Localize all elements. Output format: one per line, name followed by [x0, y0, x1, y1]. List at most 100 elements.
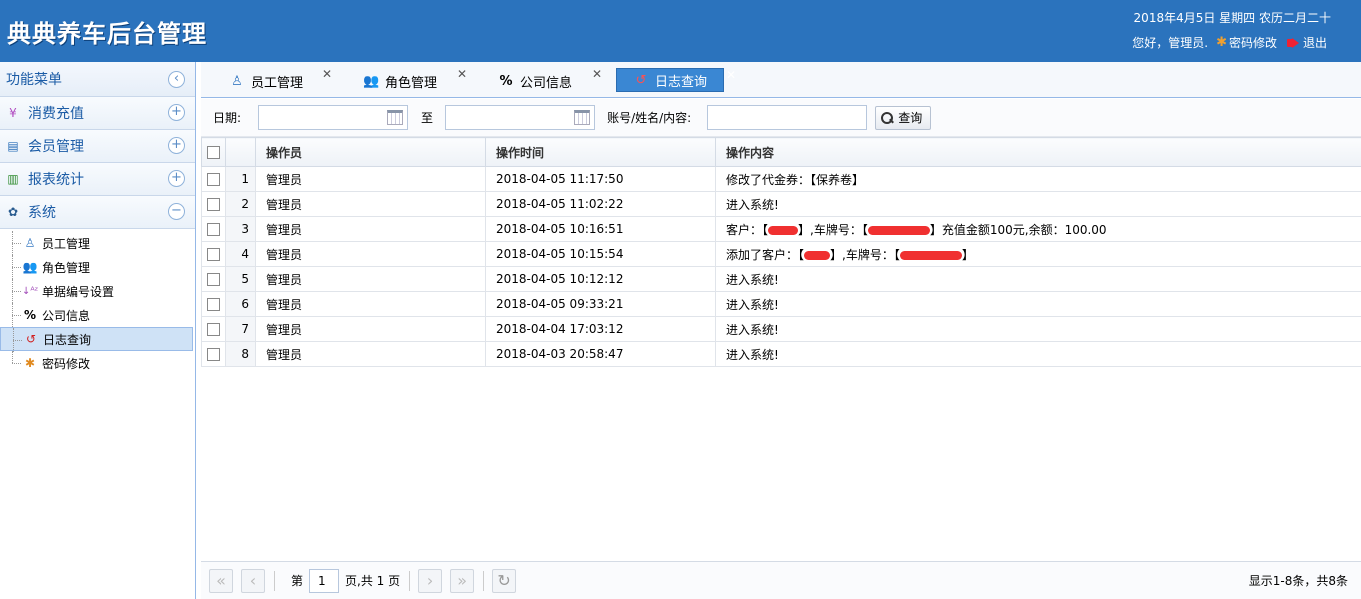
- row-number: 5: [225, 266, 256, 292]
- row-checkbox[interactable]: [207, 248, 220, 261]
- tab-company-info[interactable]: % 公司信息 ✕: [498, 67, 602, 94]
- time-cell: 2018-04-05 11:17:50: [485, 166, 716, 192]
- to-label: 至: [421, 111, 434, 125]
- content-cell: 进入系统!: [715, 341, 1361, 367]
- row-checkbox[interactable]: [207, 223, 220, 236]
- close-icon[interactable]: ✕: [592, 67, 602, 81]
- last-page-button[interactable]: »: [450, 568, 475, 593]
- collapse-sidebar-icon[interactable]: ‹: [168, 71, 185, 88]
- row-checkbox[interactable]: [207, 273, 220, 286]
- sidebar-title: 功能菜单 ‹: [0, 62, 195, 97]
- table-row[interactable]: 7 管理员 2018-04-04 17:03:12 进入系统!: [201, 316, 1361, 342]
- greeting: 您好，管理员.: [1132, 36, 1209, 50]
- column-header-operator[interactable]: 操作员: [255, 137, 486, 167]
- sidebar-item-change-password[interactable]: ✱ 密码修改: [0, 351, 195, 375]
- column-header-content[interactable]: 操作内容: [715, 137, 1361, 167]
- percent-icon: %: [23, 308, 37, 322]
- row-number-header: [225, 137, 256, 167]
- sidebar-item-log-query[interactable]: ↺ 日志查询: [0, 327, 193, 352]
- users-icon: 👥: [22, 260, 38, 274]
- calendar-icon[interactable]: [574, 110, 591, 125]
- panel-reports[interactable]: ▥ 报表统计 +: [0, 163, 195, 196]
- sidebar-item-company-info[interactable]: % 公司信息: [0, 303, 195, 327]
- gear-icon: ✿: [7, 205, 19, 219]
- table-row[interactable]: 4 管理员 2018-04-05 10:15:54 添加了客户：【 】,车牌号：【…: [201, 241, 1361, 267]
- operator-cell: 管理员: [255, 191, 486, 217]
- time-cell: 2018-04-05 10:16:51: [485, 216, 716, 242]
- time-cell: 2018-04-04 17:03:12: [485, 316, 716, 342]
- calendar-icon[interactable]: [387, 110, 404, 125]
- card-icon: ▤: [7, 139, 19, 153]
- log-grid: 操作员 操作时间 操作内容 1 管理员 2018-04-05 11:17:50 …: [201, 137, 1361, 367]
- logout-link[interactable]: 退出: [1286, 34, 1327, 51]
- content-cell: 修改了代金券：【保养卷】: [715, 166, 1361, 192]
- expand-icon[interactable]: +: [168, 137, 185, 154]
- page-prefix: 第: [291, 574, 304, 588]
- collapse-icon[interactable]: −: [168, 203, 185, 220]
- table-row[interactable]: 8 管理员 2018-04-03 20:58:47 进入系统!: [201, 341, 1361, 367]
- end-date-input[interactable]: [445, 105, 596, 130]
- expand-icon[interactable]: +: [168, 170, 185, 187]
- start-date-input[interactable]: [258, 105, 409, 130]
- panel-system[interactable]: ✿ 系统 −: [0, 196, 195, 229]
- tab-log-query[interactable]: ↺ 日志查询 ✕: [616, 68, 736, 92]
- table-row[interactable]: 1 管理员 2018-04-05 11:17:50 修改了代金券：【保养卷】: [201, 166, 1361, 192]
- row-checkbox[interactable]: [207, 298, 220, 311]
- panel-consume-recharge[interactable]: ¥ 消费充值 +: [0, 97, 195, 130]
- time-cell: 2018-04-05 11:02:22: [485, 191, 716, 217]
- close-icon[interactable]: ✕: [322, 67, 332, 81]
- asterisk-icon: ✱: [24, 356, 36, 370]
- content-cell: 进入系统!: [715, 191, 1361, 217]
- row-number: 1: [225, 166, 256, 192]
- select-all-checkbox[interactable]: [207, 146, 220, 159]
- search-button[interactable]: 查询: [875, 105, 932, 130]
- row-number: 8: [225, 341, 256, 367]
- tab-staff[interactable]: ♙ 员工管理 ✕: [229, 67, 332, 94]
- prev-page-button[interactable]: ‹: [241, 568, 265, 593]
- content-cell: 进入系统!: [715, 316, 1361, 342]
- pager-separator: [409, 570, 411, 591]
- content-cell: 进入系统!: [715, 291, 1361, 317]
- sidebar-item-roles[interactable]: 👥 角色管理: [0, 255, 195, 279]
- sidebar-item-doc-numbering[interactable]: ↓ᴬᶻ 单据编号设置: [0, 279, 195, 303]
- redaction-mark: [768, 225, 799, 235]
- row-checkbox[interactable]: [207, 173, 220, 186]
- time-cell: 2018-04-05 10:12:12: [485, 266, 716, 292]
- search-bar: 日期: 至 账号/姓名/内容: 查询: [201, 99, 1361, 137]
- page-number-input[interactable]: 1: [309, 568, 340, 593]
- tab-roles[interactable]: 👥 角色管理 ✕: [363, 67, 467, 94]
- row-checkbox[interactable]: [207, 348, 220, 361]
- operator-cell: 管理员: [255, 266, 486, 292]
- grid-header-row: 操作员 操作时间 操作内容: [201, 137, 1361, 167]
- sidebar-item-staff[interactable]: ♙ 员工管理: [0, 231, 195, 255]
- column-header-time[interactable]: 操作时间: [485, 137, 716, 167]
- operator-cell: 管理员: [255, 241, 486, 267]
- refresh-button[interactable]: ↻: [492, 568, 517, 593]
- keyword-label: 账号/姓名/内容:: [607, 111, 692, 125]
- first-page-button[interactable]: «: [209, 568, 233, 593]
- exit-icon: [1286, 37, 1300, 48]
- keyword-input[interactable]: [707, 105, 868, 130]
- row-checkbox[interactable]: [207, 198, 220, 211]
- operator-cell: 管理员: [255, 341, 486, 367]
- change-password-link[interactable]: ✱ 密码修改: [1216, 34, 1277, 51]
- chart-icon: ▥: [7, 172, 19, 186]
- time-cell: 2018-04-05 10:15:54: [485, 241, 716, 267]
- table-row[interactable]: 2 管理员 2018-04-05 11:02:22 进入系统!: [201, 191, 1361, 217]
- next-page-button[interactable]: ›: [418, 568, 443, 593]
- operator-cell: 管理员: [255, 216, 486, 242]
- row-checkbox[interactable]: [207, 323, 220, 336]
- table-row[interactable]: 3 管理员 2018-04-05 10:16:51 客户：【 】,车牌号：【 】充值…: [201, 216, 1361, 242]
- panel-member-management[interactable]: ▤ 会员管理 +: [0, 130, 195, 163]
- expand-icon[interactable]: +: [168, 104, 185, 121]
- sort-az-icon: ↓ᴬᶻ: [22, 285, 39, 297]
- table-row[interactable]: 5 管理员 2018-04-05 10:12:12 进入系统!: [201, 266, 1361, 292]
- close-icon[interactable]: ✕: [726, 68, 736, 82]
- app-header: 典典养车后台管理 2018年4月5日 星期四 农历二月二十 您好，管理员. ✱ 密…: [0, 0, 1361, 62]
- table-row[interactable]: 6 管理员 2018-04-05 09:33:21 进入系统!: [201, 291, 1361, 317]
- close-icon[interactable]: ✕: [457, 67, 467, 81]
- operator-cell: 管理员: [255, 291, 486, 317]
- select-all-cell: [201, 137, 226, 167]
- pager-separator: [274, 570, 275, 591]
- content-cell: 添加了客户：【 】,车牌号：【】: [715, 241, 1361, 267]
